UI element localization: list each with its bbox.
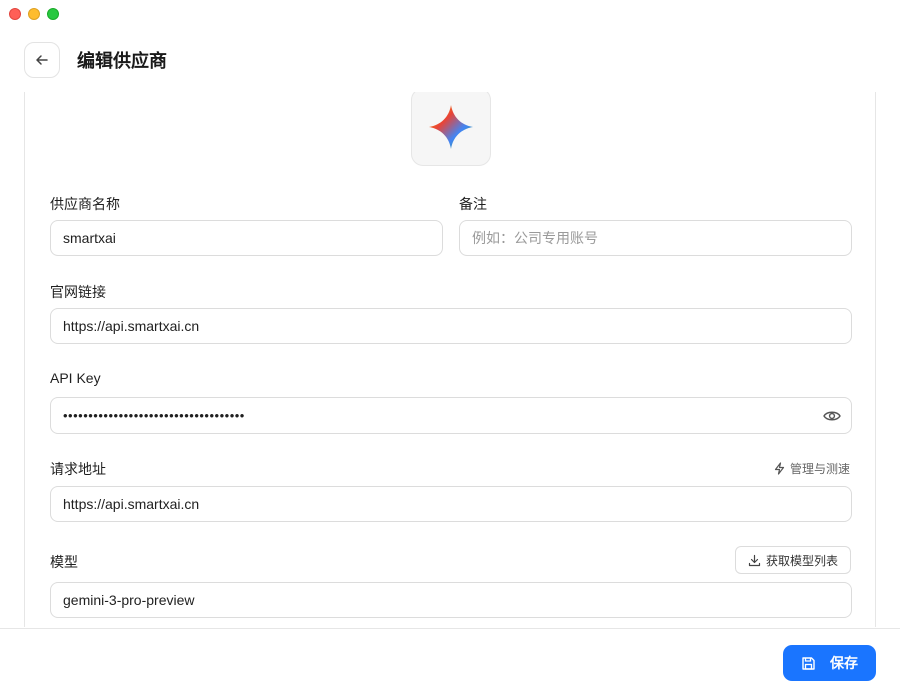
api-key-input[interactable]: •••••••••••••••••••••••••••••••••••• [50, 397, 852, 434]
website-input[interactable]: https://api.smartxai.cn [50, 308, 852, 344]
gemini-sparkle-icon [429, 105, 473, 149]
model-input[interactable]: gemini-3-pro-preview [50, 582, 852, 618]
manage-speedtest-link[interactable]: 管理与测速 [773, 460, 850, 477]
arrow-left-icon [36, 55, 48, 65]
note-label: 备注 [459, 196, 487, 212]
save-disk-icon [802, 656, 815, 670]
manage-speedtest-label: 管理与测速 [789, 462, 850, 476]
provider-name-input[interactable]: smartxai [50, 220, 443, 256]
download-icon [748, 554, 761, 566]
save-label: 保存 [830, 655, 858, 671]
page-title: 编辑供应商 [77, 51, 167, 71]
endpoint-label: 请求地址 [50, 461, 106, 477]
fetch-models-button[interactable]: 获取模型列表 [734, 546, 851, 574]
api-key-value: •••••••••••••••••••••••••••••••••••• [63, 408, 245, 423]
eye-icon[interactable] [823, 408, 841, 424]
endpoint-input[interactable]: https://api.smartxai.cn [50, 486, 852, 522]
provider-logo[interactable] [411, 92, 491, 166]
back-button[interactable] [24, 42, 60, 78]
website-label: 官网链接 [50, 284, 106, 300]
model-label: 模型 [50, 554, 78, 570]
api-key-label: API Key [50, 370, 101, 386]
page-header: 编辑供应商 [24, 42, 167, 78]
window-close-button[interactable] [9, 8, 21, 20]
fetch-models-label: 获取模型列表 [765, 553, 838, 568]
provider-form-panel: 供应商名称 smartxai 备注 例如：公司专用账号 官网链接 https:/… [24, 92, 876, 627]
lightning-icon [774, 462, 785, 475]
window-minimize-button[interactable] [28, 8, 40, 20]
note-input[interactable]: 例如：公司专用账号 [459, 220, 852, 256]
provider-name-label: 供应商名称 [50, 196, 120, 212]
footer-bar: 保存 [0, 628, 900, 697]
save-button[interactable]: 保存 [783, 645, 876, 681]
window-zoom-button[interactable] [47, 8, 59, 20]
window-controls [9, 8, 59, 20]
